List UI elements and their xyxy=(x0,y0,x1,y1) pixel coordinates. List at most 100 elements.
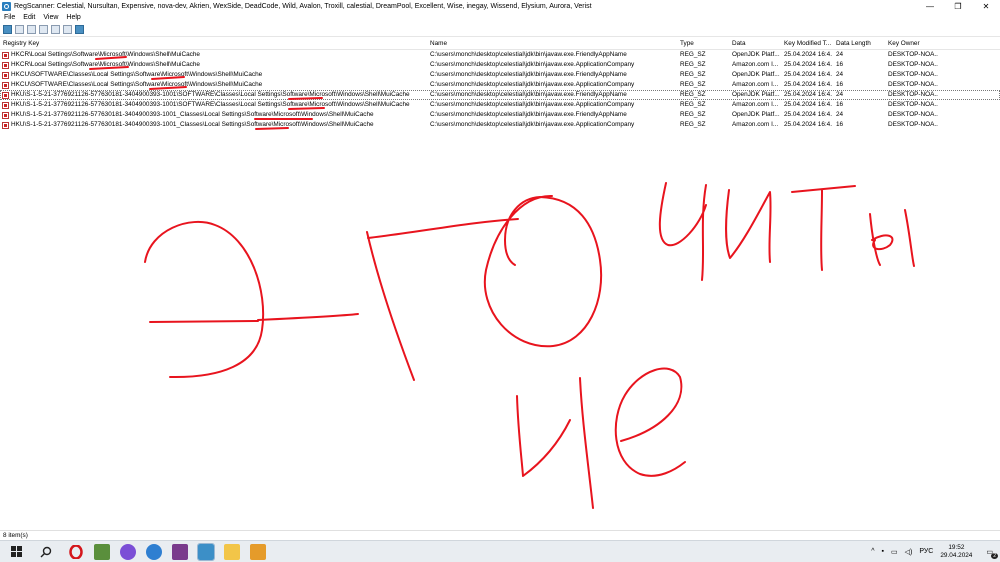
row-modified: 25.04.2024 16:4... xyxy=(784,71,832,78)
row-type: REG_SZ xyxy=(680,91,706,98)
copy-icon[interactable] xyxy=(39,25,48,34)
row-owner: DESKTOP-NOA... xyxy=(888,101,938,108)
toolbar xyxy=(0,23,1000,37)
letter-y xyxy=(869,209,915,267)
registry-value-icon xyxy=(2,82,9,89)
clock[interactable]: 19:52 29.04.2024 xyxy=(940,544,972,560)
new-icon[interactable] xyxy=(15,25,24,34)
search-icon[interactable] xyxy=(38,544,54,560)
row-data: OpenJDK Platf... xyxy=(732,71,780,78)
row-type: REG_SZ xyxy=(680,111,706,118)
row-type: REG_SZ xyxy=(680,71,706,78)
row-modified: 25.04.2024 16:4... xyxy=(784,91,832,98)
column-registry-key[interactable]: Registry Key xyxy=(3,39,423,49)
language-indicator[interactable]: РУС xyxy=(919,548,933,555)
column-data[interactable]: Data xyxy=(732,39,780,49)
row-data: Amazon.com I... xyxy=(732,81,779,88)
row-key: HKCR\Local Settings\Software\Microsoft\W… xyxy=(11,61,200,68)
row-key: HKU\S-1-5-21-3776921126-577630181-340490… xyxy=(11,91,410,98)
row-length: 16 xyxy=(836,81,844,88)
messenger-icon[interactable] xyxy=(120,543,136,560)
winrar-icon[interactable] xyxy=(172,543,188,560)
row-name: C:\users\monch\desktop\celestial\jdk\bin… xyxy=(430,71,627,78)
properties-icon[interactable] xyxy=(51,25,60,34)
network-icon[interactable]: ▭ xyxy=(891,548,898,556)
row-type: REG_SZ xyxy=(680,81,706,88)
regscanner-app-icon xyxy=(2,1,11,11)
table-row[interactable]: HKCR\Local Settings\Software\Microsoft\W… xyxy=(0,50,1000,60)
title-bar: RegScanner: Celestial, Nursultan, Expens… xyxy=(0,0,1000,12)
letter-t-top xyxy=(367,218,519,239)
row-length: 16 xyxy=(836,61,844,68)
table-row[interactable]: HKU\S-1-5-21-3776921126-577630181-340490… xyxy=(0,110,1000,120)
file-explorer-icon[interactable] xyxy=(224,543,240,560)
column-data-length[interactable]: Data Length xyxy=(836,39,884,49)
minimize-button[interactable]: — xyxy=(916,0,944,12)
registry-value-icon xyxy=(2,112,9,119)
volume-icon[interactable]: ◁) xyxy=(905,548,913,556)
letter-i xyxy=(725,189,772,263)
row-data: Amazon.com I... xyxy=(732,121,779,128)
window-controls: — ❐ ✕ xyxy=(916,0,1000,12)
row-name: C:\users\monch\desktop\celestial\jdk\bin… xyxy=(430,101,635,108)
column-key-modified[interactable]: Key Modified T... xyxy=(784,39,832,49)
save-icon[interactable] xyxy=(27,25,36,34)
registry-value-icon xyxy=(2,72,9,79)
regscanner-icon[interactable] xyxy=(197,542,215,561)
notifications-icon[interactable]: ▭ 2 xyxy=(986,548,998,559)
table-row[interactable]: HKCU\SOFTWARE\Classes\Local Settings\Sof… xyxy=(0,70,1000,80)
window-title: RegScanner: Celestial, Nursultan, Expens… xyxy=(14,2,592,10)
column-type[interactable]: Type xyxy=(680,39,728,49)
letter-t-stem xyxy=(366,231,415,381)
menu-file[interactable]: File xyxy=(0,14,19,21)
maximize-button[interactable]: ❐ xyxy=(944,0,972,12)
status-bar: 8 item(s) xyxy=(0,530,1000,540)
row-name: C:\users\monch\desktop\celestial\jdk\bin… xyxy=(430,51,627,58)
windows-start-icon[interactable] xyxy=(8,544,24,560)
find-icon[interactable] xyxy=(63,25,72,34)
registry-value-icon xyxy=(2,62,9,69)
table-row[interactable]: HKU\S-1-5-21-3776921126-577630181-340490… xyxy=(0,120,1000,130)
menu-view[interactable]: View xyxy=(39,14,62,21)
row-owner: DESKTOP-NOA... xyxy=(888,61,938,68)
row-owner: DESKTOP-NOA... xyxy=(888,121,938,128)
row-length: 24 xyxy=(836,51,844,58)
row-modified: 25.04.2024 16:4... xyxy=(784,81,832,88)
column-name[interactable]: Name xyxy=(430,39,675,49)
row-owner: DESKTOP-NOA... xyxy=(888,91,938,98)
letter-ch xyxy=(658,182,707,281)
row-modified: 25.04.2024 16:4... xyxy=(784,51,832,58)
table-row[interactable]: HKU\S-1-5-21-3776921126-577630181-340490… xyxy=(0,90,1000,100)
row-modified: 25.04.2024 16:4... xyxy=(784,61,832,68)
row-length: 24 xyxy=(836,91,844,98)
row-owner: DESKTOP-NOA... xyxy=(888,111,938,118)
table-row[interactable]: HKCR\Local Settings\Software\Microsoft\W… xyxy=(0,60,1000,70)
menu-edit[interactable]: Edit xyxy=(19,14,39,21)
row-name: C:\users\monch\desktop\celestial\jdk\bin… xyxy=(430,91,627,98)
row-modified: 25.04.2024 16:4... xyxy=(784,111,832,118)
regedit-icon[interactable] xyxy=(75,25,84,34)
opera-icon[interactable] xyxy=(68,544,84,560)
row-name: C:\users\monch\desktop\celestial\jdk\bin… xyxy=(430,61,635,68)
table-row[interactable]: HKU\S-1-5-21-3776921126-577630181-340490… xyxy=(0,100,1000,110)
media-player-icon[interactable] xyxy=(250,543,266,560)
chevron-up-icon[interactable]: ^ xyxy=(871,548,874,555)
close-button[interactable]: ✕ xyxy=(972,0,1000,12)
letter-ch2 xyxy=(516,377,594,509)
scan-icon[interactable] xyxy=(3,25,12,34)
table-row[interactable]: HKCU\SOFTWARE\Classes\Local Settings\Sof… xyxy=(0,80,1000,90)
row-data: OpenJDK Platf... xyxy=(732,91,780,98)
row-type: REG_SZ xyxy=(680,121,706,128)
browser-icon[interactable] xyxy=(146,543,162,560)
row-data: Amazon.com I... xyxy=(732,61,779,68)
row-modified: 25.04.2024 16:4... xyxy=(784,101,832,108)
row-data: Amazon.com I... xyxy=(732,101,779,108)
menu-bar: File Edit View Help xyxy=(0,12,1000,23)
minecraft-icon[interactable] xyxy=(94,543,110,560)
app-tray-icon[interactable]: ▪ xyxy=(882,548,884,555)
letter-e2 xyxy=(614,367,686,477)
letter-e-bar xyxy=(149,320,259,323)
column-key-owner[interactable]: Key Owner xyxy=(888,39,938,49)
menu-help[interactable]: Help xyxy=(62,14,84,21)
taskbar: ^ ▪ ▭ ◁) РУС 19:52 29.04.2024 ▭ 2 xyxy=(0,540,1000,562)
